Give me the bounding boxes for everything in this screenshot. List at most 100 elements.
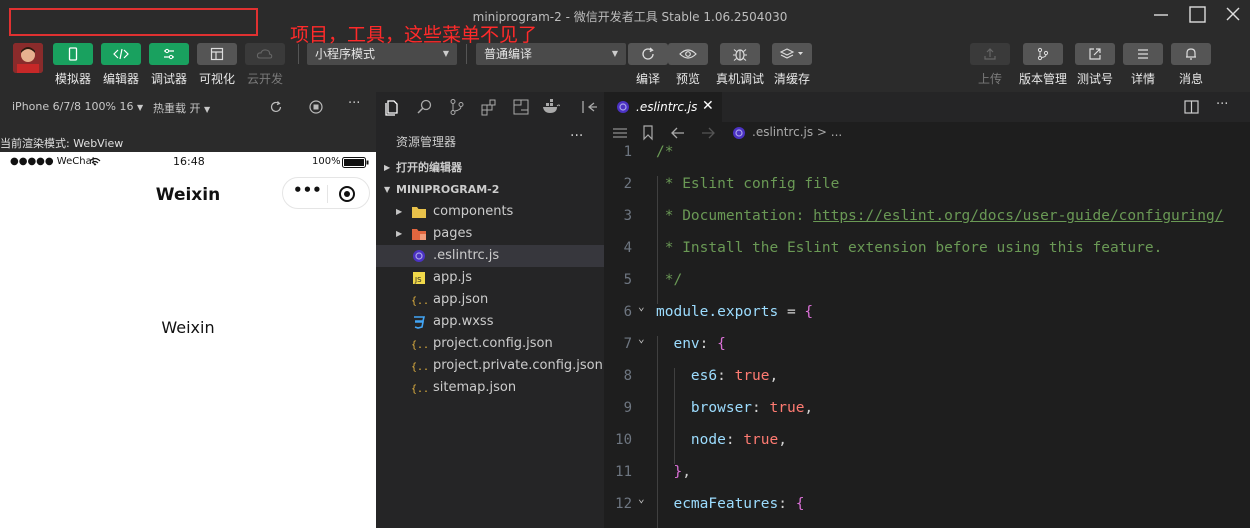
cloud-dev-button[interactable] <box>245 43 285 65</box>
debugger-toggle-button[interactable] <box>149 43 189 65</box>
test-account-button[interactable] <box>1075 43 1115 65</box>
debugger-label: 调试器 <box>150 72 187 86</box>
visual-button[interactable] <box>197 43 237 65</box>
stop-icon[interactable] <box>308 99 324 115</box>
preview-button[interactable] <box>668 43 708 65</box>
hot-reload-select[interactable]: 热重载 开 ▼ <box>153 100 210 116</box>
menu-icon <box>1138 49 1148 59</box>
code-line: 11 }, <box>615 464 691 480</box>
explorer-more-button[interactable]: ··· <box>570 128 583 144</box>
file-item-pages[interactable]: ▶ pages <box>376 223 604 245</box>
fold-chevron-icon[interactable]: ⌄ <box>638 332 645 345</box>
compile-label: 编译 <box>635 72 660 86</box>
simulator-more-button[interactable]: ··· <box>348 96 360 111</box>
code-line: 5 */ <box>623 272 683 288</box>
code-line: 3 * Documentation: https://eslint.org/do… <box>623 208 1224 224</box>
forward-arrow-icon[interactable] <box>700 126 716 140</box>
remote-debug-button[interactable] <box>720 43 760 65</box>
page-content-text: Weixin <box>161 318 215 337</box>
version-control-button[interactable] <box>1023 43 1063 65</box>
outline-icon[interactable] <box>512 98 530 116</box>
code-area[interactable]: 1 /* 2 * Eslint config file 3 * Document… <box>604 144 1250 528</box>
editor-more-button[interactable]: ··· <box>1216 97 1228 112</box>
tab-close-button[interactable]: ✕ <box>702 98 714 114</box>
code-line: 1 /* <box>623 144 674 160</box>
code-line: 2 * Eslint config file <box>623 176 840 192</box>
avatar[interactable] <box>13 43 43 73</box>
annotation-text: 项目，工具，这些菜单不见了 <box>290 24 538 46</box>
chevron-down-icon: ▼ <box>611 49 618 58</box>
clear-cache-button[interactable] <box>772 43 812 65</box>
phone-status-bar: ●●●●● WeChat 16:48 100% <box>0 152 376 172</box>
close-window-button[interactable] <box>1218 2 1248 28</box>
editor-tab-bar: .eslintrc.js ✕ ··· <box>604 92 1250 122</box>
open-editors-section[interactable]: ▶ 打开的编辑器 <box>376 157 604 179</box>
json-file-icon: {..} <box>411 340 427 351</box>
upload-icon <box>984 48 996 60</box>
search-icon[interactable] <box>416 98 434 116</box>
capsule-close-icon[interactable] <box>338 185 356 203</box>
file-item-sitemap[interactable]: {..} sitemap.json <box>376 377 604 399</box>
tab-eslintrc[interactable]: .eslintrc.js ✕ <box>604 92 722 122</box>
bookmark-icon[interactable] <box>642 125 654 141</box>
project-section[interactable]: ▼ MINIPROGRAM-2 <box>376 179 604 201</box>
wechat-devtools-window: miniprogram-2 - 微信开发者工具 Stable 1.06.2504… <box>0 0 1250 528</box>
docker-icon[interactable] <box>542 98 560 116</box>
fold-chevron-icon[interactable]: ⌄ <box>638 492 645 505</box>
cloud-dev-label: 云开发 <box>246 72 283 86</box>
code-text: ecmaFeatures: { <box>673 496 805 512</box>
details-button[interactable] <box>1123 43 1163 65</box>
rotate-icon[interactable] <box>268 99 284 115</box>
editor-toggle-button[interactable] <box>101 43 141 65</box>
collapse-panel-icon[interactable] <box>580 98 598 116</box>
explorer-panel: 资源管理器 ··· ▶ 打开的编辑器 ▼ MINIPROGRAM-2 ▶ com… <box>376 92 604 528</box>
code-line: 4 * Install the Eslint extension before … <box>623 240 1163 256</box>
svg-text:JS: JS <box>414 276 422 284</box>
version-control-label: 版本管理 <box>1018 72 1067 86</box>
file-item-app-wxss[interactable]: app.wxss <box>376 311 604 333</box>
files-icon[interactable] <box>384 98 402 116</box>
preview-label: 预览 <box>675 72 700 86</box>
simulator-label: 模拟器 <box>54 72 91 86</box>
battery-text: 100% <box>312 156 341 167</box>
layers-icon <box>779 48 803 59</box>
file-item-project-private-config[interactable]: {..} project.private.config.json <box>376 355 604 377</box>
split-editor-icon[interactable] <box>1184 100 1200 114</box>
upload-button[interactable] <box>970 43 1010 65</box>
file-item-app-js[interactable]: JS app.js <box>376 267 604 289</box>
code-text: node: true, <box>690 432 787 448</box>
source-control-icon[interactable] <box>448 98 466 116</box>
capsule-menu[interactable]: ••• <box>282 177 370 209</box>
file-item-components[interactable]: ▶ components <box>376 201 604 223</box>
file-item-eslintrc[interactable]: .eslintrc.js <box>376 245 604 267</box>
code-text: es6: true, <box>690 368 779 384</box>
json-file-icon: {..} <box>411 362 427 373</box>
back-arrow-icon[interactable] <box>670 126 686 140</box>
capsule-more-icon[interactable]: ••• <box>293 181 322 199</box>
carrier-text: ●●●●● WeChat <box>10 156 96 167</box>
simulator-toggle-button[interactable] <box>53 43 93 65</box>
minimize-button[interactable] <box>1146 2 1176 28</box>
file-item-project-config[interactable]: {..} project.config.json <box>376 333 604 355</box>
activity-bar <box>376 92 604 122</box>
render-mode-label: 当前渲染模式: WebView <box>0 137 124 150</box>
extensions-icon[interactable] <box>480 98 498 116</box>
file-item-app-json[interactable]: {..} app.json <box>376 289 604 311</box>
fold-chevron-icon[interactable]: ⌄ <box>638 300 645 313</box>
code-line: 10 node: true, <box>615 432 787 448</box>
device-select[interactable]: iPhone 6/7/8 100% 16 ▼ <box>12 100 143 113</box>
eye-icon <box>679 49 697 59</box>
messages-label: 消息 <box>1178 72 1203 86</box>
doc-link[interactable]: https://eslint.org/docs/user-guide/confi… <box>813 208 1223 224</box>
wifi-icon <box>89 157 101 166</box>
messages-button[interactable] <box>1171 43 1211 65</box>
eslint-icon <box>413 250 425 262</box>
phone-icon <box>68 47 78 61</box>
code-icon <box>113 48 129 60</box>
maximize-button[interactable] <box>1182 2 1212 28</box>
list-icon[interactable] <box>612 127 628 139</box>
explorer-title: 资源管理器 <box>396 135 457 149</box>
breadcrumb-path[interactable]: .eslintrc.js > ... <box>752 125 842 139</box>
compile-button[interactable] <box>628 43 668 65</box>
close-icon <box>1226 7 1240 21</box>
